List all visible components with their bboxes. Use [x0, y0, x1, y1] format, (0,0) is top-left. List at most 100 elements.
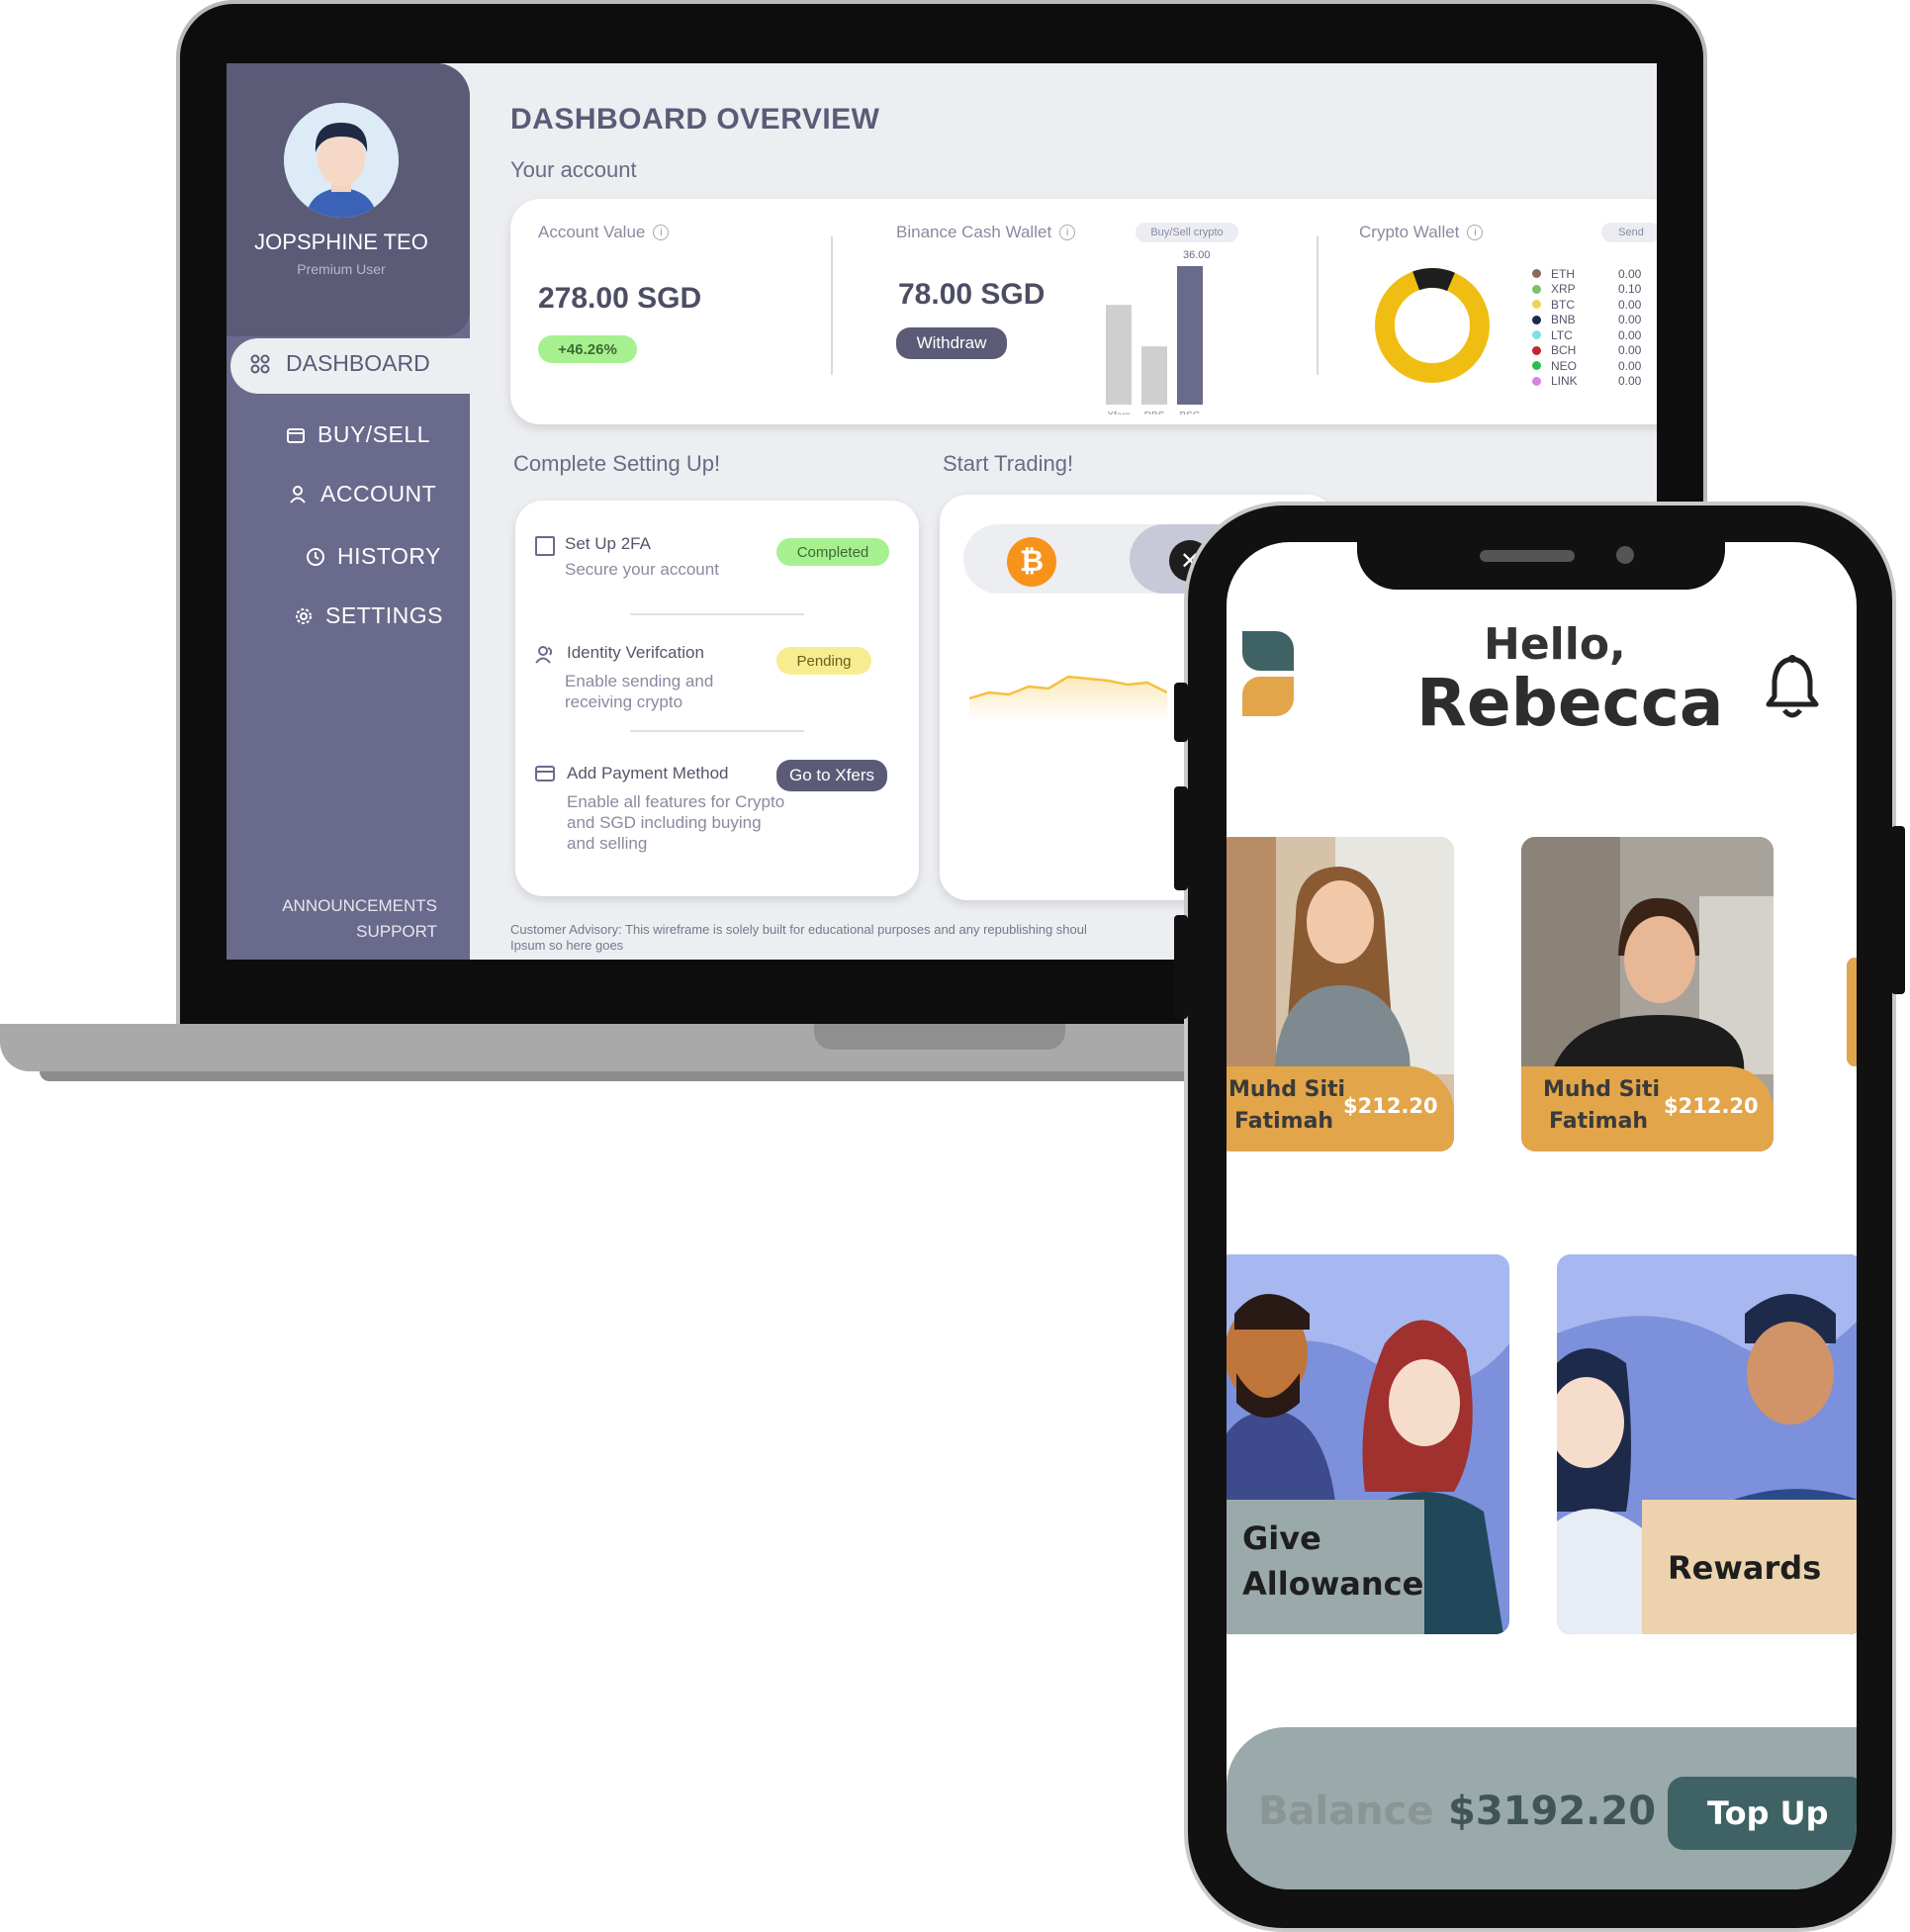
legend-name: BCH [1551, 343, 1577, 358]
laptop-base-shadow [40, 1071, 1325, 1081]
phone-screen: Hello, Rebecca Muhd Siti Fatimah $212.20 [1227, 542, 1857, 1889]
page-title: DASHBOARD OVERVIEW [510, 103, 880, 136]
donut-main-segment [1375, 268, 1490, 383]
setup-card: Set Up 2FA Secure your account Completed… [515, 501, 919, 896]
account-change-badge: +46.26% [538, 335, 637, 363]
logo-top [1242, 631, 1294, 671]
crypto-donut-chart [1375, 268, 1490, 383]
kid-card-1-name-line2: Fatimah [1234, 1109, 1334, 1134]
balance-value: $3192.20 [1448, 1789, 1657, 1834]
legend-dot [1532, 376, 1541, 386]
kid-card-2[interactable]: Muhd Siti Fatimah $212.20 [1521, 837, 1774, 1151]
legend-value: 0.00 [1618, 374, 1642, 389]
top-up-button[interactable]: Top Up [1668, 1777, 1857, 1850]
setup-item-identity-desc: Enable sending and receiving crypto [565, 672, 714, 711]
profile-panel: JOPSPHINE TEO Premium User [227, 63, 470, 336]
legend-item-btc: BTC 0.00 [1532, 297, 1641, 313]
card-icon [535, 766, 555, 782]
kid-card-1-name-line1: Muhd Siti [1228, 1077, 1346, 1102]
user-name: Rebecca [1416, 665, 1724, 741]
info-icon[interactable]: i [653, 225, 670, 240]
legend-name: LTC [1551, 327, 1573, 342]
phone-speaker [1480, 550, 1575, 562]
buy-sell-crypto-badge[interactable]: Buy/Sell crypto [1136, 223, 1238, 242]
status-badge-completed: Completed [776, 538, 889, 566]
divider [1317, 236, 1319, 375]
kid-card-1-amount: $212.20 [1343, 1094, 1438, 1118]
setup-item-payment-title: Add Payment Method [567, 764, 729, 782]
legend-name: ETH [1551, 266, 1575, 281]
bar-group: Xfers DBS BSG [1106, 266, 1203, 414]
customer-advisory: Customer Advisory: This wireframe is sol… [510, 922, 1087, 937]
legend-value: 0.00 [1618, 297, 1642, 312]
crypto-legend: ETH 0.00 XRP 0.10 BTC 0.00 BNB 0.00 LTC 0.00 BCH 0.… [1532, 266, 1641, 389]
avatar[interactable] [284, 103, 399, 218]
legend-value: 0.00 [1618, 266, 1642, 281]
profile-role: Premium User [297, 261, 386, 277]
nav-label-dashboard: DASHBOARD [286, 350, 430, 376]
legend-dot [1532, 269, 1541, 279]
legend-name: BTC [1551, 297, 1575, 312]
phone-side-button [1174, 683, 1188, 742]
nav-item-buy-sell[interactable]: BUY/SELL [286, 421, 1625, 448]
bar-bsg [1177, 266, 1203, 405]
bitcoin-icon[interactable]: ₿ [1007, 537, 1056, 587]
setup-item-identity-title: Identity Verifcation [567, 643, 704, 662]
bar-dbs [1141, 346, 1167, 405]
account-value-label: Account Value [538, 223, 646, 241]
people-icon [535, 646, 553, 664]
grid-icon [250, 354, 270, 373]
support-link[interactable]: SUPPORT [227, 922, 437, 942]
legend-value: 0.10 [1618, 282, 1642, 297]
checkbox-icon[interactable] [535, 536, 555, 556]
kid-card-3-peek[interactable] [1847, 958, 1857, 1066]
kid-card-2-amount: $212.20 [1664, 1094, 1759, 1118]
bell-icon[interactable] [1763, 653, 1822, 724]
withdraw-button[interactable]: Withdraw [896, 327, 1007, 359]
divider [630, 730, 804, 732]
customer-advisory-line2: Ipsum so here goes [510, 938, 624, 953]
nav-label-buy-sell: BUY/SELL [318, 421, 430, 447]
legend-value: 0.00 [1618, 343, 1642, 358]
legend-dot [1532, 330, 1541, 340]
phone-side-button [1174, 786, 1188, 890]
info-icon[interactable]: i [1059, 225, 1076, 240]
go-to-xfers-button[interactable]: Go to Xfers [776, 760, 887, 791]
give-allowance-label-line1: Give [1242, 1519, 1321, 1557]
kid-card-1[interactable]: Muhd Siti Fatimah $212.20 [1227, 837, 1454, 1151]
bar-xfers [1106, 305, 1132, 405]
legend-item-xrp: XRP 0.10 [1532, 282, 1641, 298]
bar-label-dbs: DBS [1144, 411, 1165, 414]
cash-wallet-header: Binance Cash Wallet i [896, 223, 1076, 242]
give-allowance-card[interactable]: Give Allowance [1227, 1254, 1509, 1634]
legend-item-bch: BCH 0.00 [1532, 343, 1641, 359]
setup-title: Complete Setting Up! [513, 451, 721, 476]
legend-name: LINK [1551, 374, 1578, 389]
nav-label-account: ACCOUNT [320, 481, 437, 506]
legend-dot [1532, 284, 1541, 294]
gear-icon [296, 607, 312, 624]
legend-item-link: LINK 0.00 [1532, 374, 1641, 390]
divider [831, 236, 833, 375]
bar-label-xfers: Xfers [1107, 411, 1130, 414]
crypto-wallet-header: Crypto Wallet i [1359, 223, 1484, 242]
divider [630, 613, 804, 615]
give-allowance-label-line2: Allowance [1242, 1565, 1424, 1603]
phone-camera [1616, 546, 1634, 564]
kid-card-2-name-line1: Muhd Siti [1543, 1077, 1661, 1102]
legend-dot [1532, 345, 1541, 355]
legend-name: NEO [1551, 358, 1578, 373]
setup-item-2fa-title: Set Up 2FA [565, 534, 651, 553]
legend-value: 0.00 [1618, 358, 1642, 373]
legend-name: XRP [1551, 282, 1576, 297]
avatar-illustration [284, 103, 399, 218]
rewards-card[interactable]: Rewards [1557, 1254, 1857, 1634]
info-icon[interactable]: i [1467, 225, 1484, 240]
announcements-link[interactable]: ANNOUNCEMENTS [227, 896, 437, 916]
nav-item-dashboard[interactable]: DASHBOARD [250, 350, 430, 377]
legend-name: BNB [1551, 313, 1576, 327]
legend-dot [1532, 315, 1541, 324]
setup-item-payment-desc: Enable all features for Crypto and SGD i… [567, 792, 785, 853]
send-badge[interactable]: Send [1601, 223, 1657, 242]
greeting: Hello, [1484, 619, 1626, 670]
